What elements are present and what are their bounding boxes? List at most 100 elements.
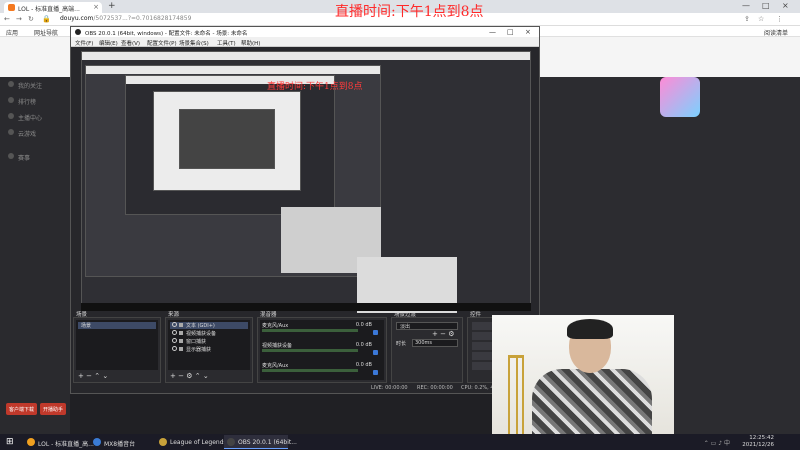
mute-icon[interactable] [373,350,378,355]
taskbar-clock[interactable]: 12:25:42 2021/12/26 [742,435,774,449]
taskbar-item-obs[interactable]: OBS 20.0.1 (64bit... [224,435,297,449]
menu-help[interactable]: 帮助(H) [241,39,260,47]
volume-slider[interactable] [262,369,358,372]
mute-icon[interactable] [373,370,378,375]
mx8-icon [93,438,101,446]
minimize-icon[interactable]: — [742,1,750,10]
move-down-icon[interactable]: ⌄ [203,372,209,380]
reading-list[interactable]: 阅读清单 [764,28,788,37]
move-down-icon[interactable]: ⌄ [102,372,108,380]
new-tab-button[interactable]: + [108,1,116,11]
visibility-icon[interactable] [172,322,177,327]
promo-banner[interactable] [660,77,700,117]
obs-taskbar-icon [227,438,235,446]
controls-dock-title: 控件 [470,312,482,318]
menu-tools[interactable]: 工具(T) [217,39,236,47]
forward-icon[interactable]: → [16,15,22,23]
sidebar-item-follow[interactable]: 我的关注 [18,81,42,90]
system-tray[interactable]: ⌃ ▭ ♪ 中 [704,438,730,447]
lock-icon[interactable] [179,347,183,351]
reload-icon[interactable]: ↻ [28,15,34,23]
sources-dock-title: 来源 [168,312,180,318]
visibility-icon[interactable] [172,338,177,343]
source-label: 文本 (GDI+) [186,323,215,329]
volume-slider[interactable] [262,329,358,332]
scenes-toolbar: + − ⌃ ⌄ [78,372,108,380]
share-icon[interactable]: ⇪ [744,15,750,23]
duration-label: 时长 [396,341,407,347]
menu-view[interactable]: 查看(V) [121,39,140,47]
lock-icon: 🔒 [42,15,51,23]
sidebar-item-cloudgame[interactable]: 云游戏 [18,129,36,138]
live-status: LIVE: 00:00:00 [371,385,408,391]
sidebar-item-event[interactable]: 赛事 [18,153,30,162]
lock-icon[interactable] [179,339,183,343]
menu-edit[interactable]: 编辑(E) [99,39,118,47]
trident-prop [508,355,524,434]
star-icon[interactable]: ☆ [758,15,764,23]
taskbar-item-browser[interactable]: LOL - 标准直播_高... [24,435,94,449]
browser-tab[interactable]: LOL - 标准直播_高端... × [4,2,102,13]
source-item[interactable]: 窗口捕获 [170,338,248,345]
menu-profile[interactable]: 配置文件(P) [147,39,177,47]
windows-start-icon[interactable]: ⊞ [6,437,14,447]
follow-icon [8,81,14,87]
preview-capture: 直播时间:下午1点到8点 [81,51,531,313]
source-item[interactable]: 文本 (GDI+) [170,322,248,329]
bookmark-nav[interactable]: 网址导航 [34,28,58,37]
visibility-icon[interactable] [172,330,177,335]
capture-level-5 [179,109,275,169]
menu-icon[interactable]: ⋮ [776,15,783,23]
transition-select[interactable]: 淡出 [396,322,458,330]
stream-helper-button[interactable]: 开播助手 [40,403,67,415]
client-download-button[interactable]: 客户端下载 [6,403,38,415]
taskbar-item-mx8[interactable]: MX8播音台 [90,435,152,449]
transition-settings-icon[interactable]: ⚙ [448,330,454,338]
obs-window: OBS 20.0.1 (64bit, windows) - 配置文件: 未命名 … [70,26,541,394]
bookmark-apps[interactable]: 应用 [6,28,18,37]
taskbar-label: OBS 20.0.1 (64bit... [238,439,297,446]
close-window-icon[interactable]: × [782,1,789,10]
back-icon[interactable]: ← [4,15,10,23]
mute-icon[interactable] [373,330,378,335]
stream-overlay-title: 直播时间:下午1点到8点 [335,4,484,20]
move-up-icon[interactable]: ⌃ [195,372,201,380]
menu-scene-collection[interactable]: 场景集合(S) [179,39,209,47]
source-item[interactable]: 显示器捕获 [170,346,248,353]
rec-status: REC: 00:00:00 [417,385,453,391]
lock-icon[interactable] [179,323,183,327]
source-item[interactable]: 视频捕获设备 [170,330,248,337]
add-scene-icon[interactable]: + [78,372,84,380]
taskbar-item-lol[interactable]: League of Legends [156,435,227,449]
remove-scene-icon[interactable]: − [86,372,92,380]
add-source-icon[interactable]: + [170,372,176,380]
obs-minimize-icon[interactable]: — [489,28,496,36]
remove-source-icon[interactable]: − [178,372,184,380]
url-text[interactable]: douyu.com/5072537...?=0.7016828174859 [60,15,191,22]
source-properties-icon[interactable]: ⚙ [186,372,192,380]
scene-item[interactable]: 场景 [78,322,156,329]
obs-logo-icon [75,29,81,35]
obs-close-icon[interactable]: × [525,28,531,36]
taskbar-label: League of Legends [170,439,227,446]
duration-input[interactable]: 300ms [412,339,458,347]
source-label: 窗口捕获 [186,339,207,345]
volume-slider[interactable] [262,349,358,352]
close-tab-icon[interactable]: × [93,3,99,11]
sidebar-item-rank[interactable]: 排行榜 [18,97,36,106]
menu-file[interactable]: 文件(F) [75,39,93,47]
mixer-channel: 麦克风/Aux 0.0 dB [262,362,382,380]
source-label: 显示器捕获 [186,347,212,353]
sidebar-item-anchor[interactable]: 主播中心 [18,113,42,122]
lock-icon[interactable] [179,331,183,335]
sources-list[interactable]: 文本 (GDI+) 视频捕获设备 窗口捕获 显示器捕获 [168,320,250,370]
obs-preview[interactable]: 直播时间:下午1点到8点 [81,51,531,313]
add-transition-icon[interactable]: + [432,330,438,338]
visibility-icon[interactable] [172,346,177,351]
move-up-icon[interactable]: ⌃ [94,372,100,380]
maximize-icon[interactable]: □ [762,1,770,10]
scenes-list[interactable]: 场景 [76,320,158,370]
remove-transition-icon[interactable]: − [440,330,446,338]
obs-maximize-icon[interactable]: □ [507,28,514,36]
scenes-dock: 场景 场景 + − ⌃ ⌄ [73,312,161,383]
